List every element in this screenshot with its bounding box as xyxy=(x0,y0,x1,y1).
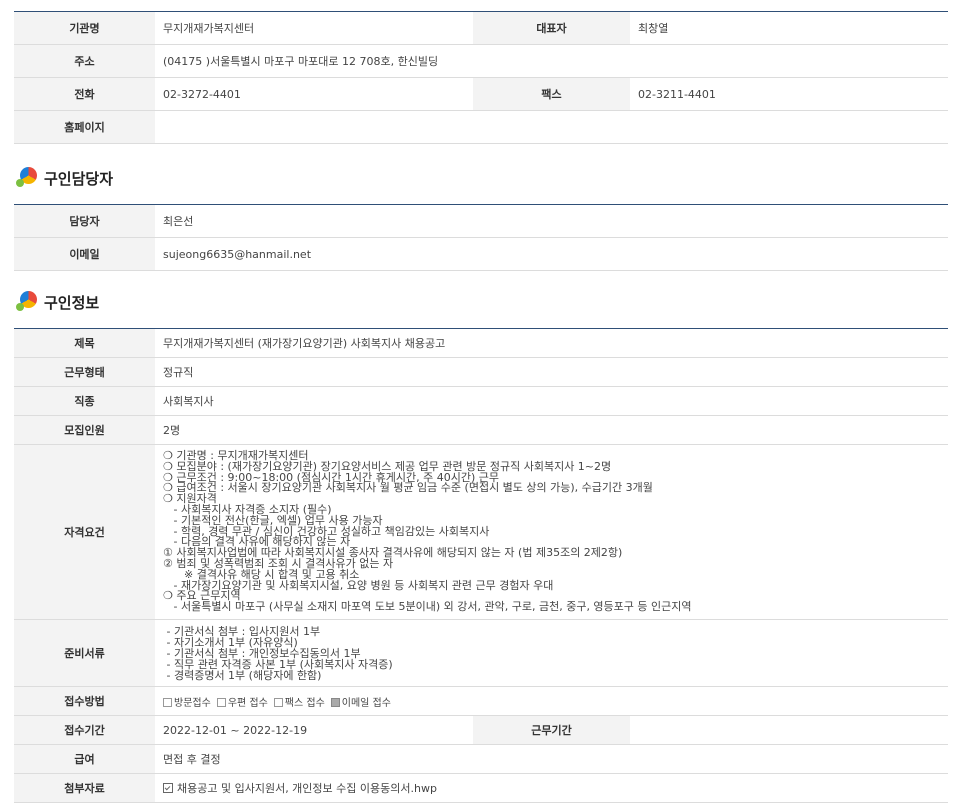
job-type-label: 근무형태 xyxy=(14,357,155,387)
attach-row: 첨부자료 채용공고 및 입사지원서, 개인정보 수집 이용동의서.hwp xyxy=(14,773,948,803)
homepage-label: 홈페이지 xyxy=(14,110,155,144)
phone: 02-3272-4401 xyxy=(155,77,473,111)
job-category: 사회복지사 xyxy=(155,386,948,416)
job-category-label: 직종 xyxy=(14,386,155,416)
method-option-label: 이메일 접수 xyxy=(341,697,391,709)
job-section-title-text: 구인정보 xyxy=(44,293,100,312)
checkbox-icon[interactable] xyxy=(163,697,172,707)
method-option-label: 팩스 접수 xyxy=(284,697,325,709)
job-type: 정규직 xyxy=(155,357,948,387)
rep-label: 대표자 xyxy=(473,11,630,45)
requirements-label: 자격요건 xyxy=(14,444,155,620)
homepage-row: 홈페이지 xyxy=(14,110,948,144)
org-name-row: 기관명 무지개재가복지센터 대표자 최창열 xyxy=(14,11,948,45)
phone-label: 전화 xyxy=(14,77,155,111)
attachment[interactable]: 채용공고 및 입사지원서, 개인정보 수집 이용동의서.hwp xyxy=(155,773,948,803)
section-bullet-icon xyxy=(16,290,40,314)
requirements: ❍ 기관명 : 무지개재가복지센터 ❍ 모집분야 : (재가장기요양기관) 장기요… xyxy=(155,444,948,620)
document-line: - 기관서식 첨부 : 입사지원서 1부 xyxy=(163,624,321,638)
method-option[interactable]: 우편 접수 xyxy=(216,697,268,709)
document-line: - 기관서식 첨부 : 개인정보수집동의서 1부 xyxy=(163,646,361,660)
checkbox-icon[interactable] xyxy=(216,697,226,707)
period-row: 접수기간 2022-12-01 ~ 2022-12-19 근무기간 xyxy=(14,715,948,745)
checkbox-checked-icon[interactable] xyxy=(330,697,340,707)
salary-label: 급여 xyxy=(14,744,155,774)
document-line: - 자기소개서 1부 (자유양식) xyxy=(163,635,298,649)
attachment-icon xyxy=(163,783,173,793)
fax-label: 팩스 xyxy=(473,77,630,111)
method-option-label: 우편 접수 xyxy=(227,697,268,709)
method-row: 접수방법 방문접수 우편 접수 팩스 접수 이메일 접수 xyxy=(14,686,948,716)
contact-table: 담당자 최은선 이메일 sujeong6635@hanmail.net xyxy=(14,204,948,271)
email-row: 이메일 sujeong6635@hanmail.net xyxy=(14,237,948,271)
page: 기관명 무지개재가복지센터 대표자 최창열 주소 (04175 )서울특별시 마… xyxy=(0,0,959,812)
homepage[interactable] xyxy=(155,110,948,144)
method-option[interactable]: 이메일 접수 xyxy=(330,697,391,709)
address: (04175 )서울특별시 마포구 마포대로 12 708호, 한신빌딩 xyxy=(155,44,948,78)
contact-section-title-text: 구인담당자 xyxy=(44,169,114,188)
document-line: - 경력증명서 1부 (해당자에 한함) xyxy=(163,668,322,682)
headcount-row: 모집인원 2명 xyxy=(14,415,948,445)
job-type-row: 근무형태 정규직 xyxy=(14,357,948,387)
job-title-row: 제목 무지개재가복지센터 (재가장기요양기관) 사회복지사 채용공고 xyxy=(14,328,948,358)
email[interactable]: sujeong6635@hanmail.net xyxy=(155,237,948,271)
attach-label: 첨부자료 xyxy=(14,773,155,803)
person-label: 담당자 xyxy=(14,204,155,238)
rep-name: 최창열 xyxy=(630,11,948,45)
job-title: 무지개재가복지센터 (재가장기요양기관) 사회복지사 채용공고 xyxy=(155,328,948,358)
salary: 면접 후 결정 xyxy=(155,744,948,774)
person-row: 담당자 최은선 xyxy=(14,204,948,238)
period: 2022-12-01 ~ 2022-12-19 xyxy=(155,715,473,745)
requirements-row: 자격요건 ❍ 기관명 : 무지개재가복지센터 ❍ 모집분야 : (재가장기요양기관… xyxy=(14,444,948,620)
method-option[interactable]: 방문접수 xyxy=(163,697,211,709)
contact-section-title: 구인담당자 xyxy=(16,166,113,190)
work-period xyxy=(630,715,948,745)
email-label: 이메일 xyxy=(14,237,155,271)
period-label: 접수기간 xyxy=(14,715,155,745)
phone-row: 전화 02-3272-4401 팩스 02-3211-4401 xyxy=(14,77,948,111)
attachment-link[interactable]: 채용공고 및 입사지원서, 개인정보 수집 이용동의서.hwp xyxy=(177,782,437,795)
method-label: 접수방법 xyxy=(14,686,155,716)
fax: 02-3211-4401 xyxy=(630,77,948,111)
job-category-row: 직종 사회복지사 xyxy=(14,386,948,416)
org-info-table: 기관명 무지개재가복지센터 대표자 최창열 주소 (04175 )서울특별시 마… xyxy=(14,11,948,144)
document-line: - 직무 관련 자격증 사본 1부 (사회복지사 자격증) xyxy=(163,657,393,671)
method-option-label: 방문접수 xyxy=(174,697,211,709)
salary-row: 급여 면접 후 결정 xyxy=(14,744,948,774)
org-name: 무지개재가복지센터 xyxy=(155,11,473,45)
headcount-label: 모집인원 xyxy=(14,415,155,445)
documents-row: 준비서류 - 기관서식 첨부 : 입사지원서 1부 - 자기소개서 1부 (자유… xyxy=(14,619,948,687)
headcount: 2명 xyxy=(155,415,948,445)
job-title-label: 제목 xyxy=(14,328,155,358)
job-info-table: 제목 무지개재가복지센터 (재가장기요양기관) 사회복지사 채용공고 근무형태 … xyxy=(14,328,948,803)
address-row: 주소 (04175 )서울특별시 마포구 마포대로 12 708호, 한신빌딩 xyxy=(14,44,948,78)
work-period-label: 근무기간 xyxy=(473,715,630,745)
documents: - 기관서식 첨부 : 입사지원서 1부 - 자기소개서 1부 (자유양식) -… xyxy=(155,619,948,687)
requirement-line: - 재가장기요양기관 및 사회복지시설, 요양 병원 등 사회복지 관련 근무 … xyxy=(163,578,554,592)
checkbox-icon[interactable] xyxy=(273,697,283,707)
requirement-line: ❍ 급여조건 : 서울시 장기요양기관 사회복지사 월 평균 임금 수준 (면접… xyxy=(163,481,653,495)
documents-label: 준비서류 xyxy=(14,619,155,687)
person: 최은선 xyxy=(155,204,948,238)
org-name-label: 기관명 xyxy=(14,11,155,45)
method-option[interactable]: 팩스 접수 xyxy=(273,697,325,709)
section-bullet-icon xyxy=(16,166,40,190)
job-section-title: 구인정보 xyxy=(16,290,99,314)
requirement-line: - 서울특별시 마포구 (사무실 소재지 마포역 도보 5분이내) 외 강서, … xyxy=(163,600,692,614)
address-label: 주소 xyxy=(14,44,155,78)
methods: 방문접수 우편 접수 팩스 접수 이메일 접수 xyxy=(155,686,948,716)
